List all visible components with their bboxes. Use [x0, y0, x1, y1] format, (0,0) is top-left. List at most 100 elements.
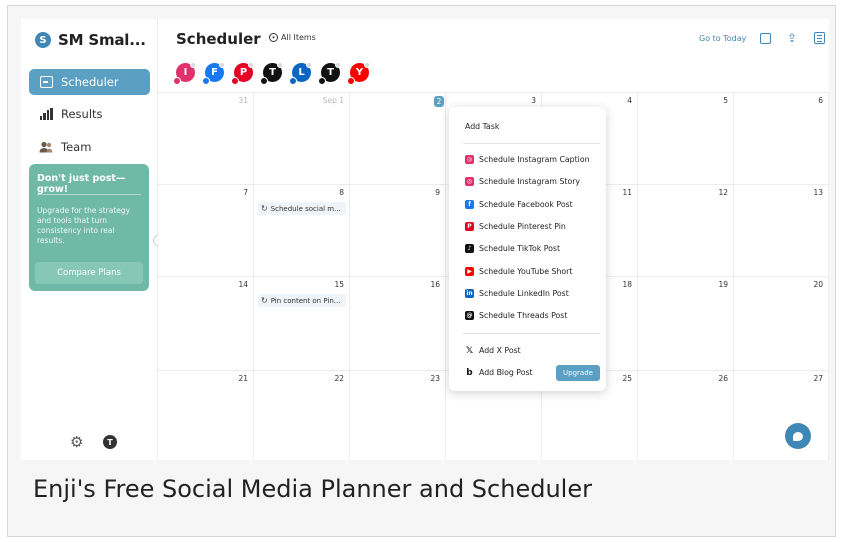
linkedin-icon — [289, 77, 297, 85]
calendar-day-cell[interactable]: 31 — [158, 93, 254, 185]
account-initial: Y — [355, 67, 364, 78]
calendar-day-cell[interactable]: 15 ↻ Pin content on Pin... — [254, 277, 350, 371]
sidebar-item-scheduler[interactable]: Scheduler — [29, 69, 150, 95]
calendar-day-cell[interactable]: 19 — [638, 277, 734, 371]
calendar-day-cell[interactable]: 20 — [734, 277, 829, 371]
menu-item-facebook[interactable]: f Schedule Facebook Post — [465, 199, 573, 209]
account-initial: F — [211, 67, 218, 78]
chat-support-button[interactable] — [785, 423, 811, 449]
day-number: 6 — [818, 96, 823, 105]
account-initial: P — [239, 67, 248, 78]
menu-item-label: Schedule Threads Post — [479, 311, 568, 321]
day-number: 31 — [238, 96, 248, 105]
day-number: 23 — [430, 374, 440, 383]
account-avatar-facebook[interactable]: F — [202, 62, 225, 85]
sidebar-item-team[interactable]: Team — [29, 134, 150, 160]
calendar-day-cell[interactable]: 7 — [158, 185, 254, 277]
task-title: Pin content on Pin... — [270, 296, 341, 305]
day-number: 5 — [723, 96, 728, 105]
calendar-day-cell[interactable]: 5 — [638, 93, 734, 185]
account-avatar-pinterest[interactable]: P — [231, 62, 254, 85]
account-avatar-tiktok[interactable]: T — [260, 62, 283, 85]
calendar-day-cell[interactable]: 8 ↻ Schedule social m... — [254, 185, 350, 277]
instagram-icon: ◎ — [465, 177, 474, 187]
day-number: 27 — [813, 374, 823, 383]
menu-item-blog[interactable]: b Add Blog Post — [465, 368, 533, 378]
linkedin-icon: in — [465, 288, 474, 298]
menu-item-threads[interactable]: @ Schedule Threads Post — [465, 311, 568, 321]
day-number: 20 — [813, 280, 823, 289]
calendar-day-cell[interactable]: 9 — [350, 185, 446, 277]
filter-dropdown[interactable]: ▾ All Items — [269, 33, 316, 42]
menu-item-linkedin[interactable]: in Schedule LinkedIn Post — [465, 288, 569, 298]
menu-item-label: Add Task — [465, 122, 500, 131]
menu-item-instagram[interactable]: ◎ Schedule Instagram Story — [465, 177, 581, 187]
gear-icon[interactable]: ⚙ — [70, 433, 83, 451]
status-dot — [364, 62, 370, 68]
calendar-day-cell[interactable]: 12 — [638, 185, 734, 277]
status-dot — [190, 62, 196, 68]
menu-item-tiktok[interactable]: ♪ Schedule TikTok Post — [465, 244, 560, 254]
menu-item-label: Add Blog Post — [479, 368, 533, 377]
avatar[interactable]: T — [103, 435, 117, 449]
upgrade-button[interactable]: Upgrade — [556, 365, 600, 381]
day-number: 18 — [622, 280, 632, 289]
menu-item-x[interactable]: 𝕏 Add X Post — [465, 346, 521, 356]
pinterest-icon — [231, 77, 239, 85]
scheduled-task[interactable]: ↻ Schedule social m... — [258, 202, 346, 215]
calendar-day-cell[interactable]: 27 — [734, 371, 829, 460]
facebook-icon — [202, 77, 210, 85]
calendar-day-cell[interactable]: 26 — [638, 371, 734, 460]
workspace-switcher[interactable]: S SM Smal... — [35, 31, 146, 49]
day-number: 16 — [430, 280, 440, 289]
day-number: 14 — [238, 280, 248, 289]
account-initial: T — [269, 67, 276, 78]
add-task-item[interactable]: Add Task — [465, 122, 499, 131]
list-view-icon[interactable] — [812, 31, 826, 45]
page-title: Scheduler — [176, 30, 261, 48]
add-content-menu: Add Task Upgrade ◎ Schedule Instagram Cap… — [449, 107, 606, 391]
account-avatar-threads[interactable]: T — [318, 62, 341, 85]
day-number: 21 — [238, 374, 248, 383]
calendar-day-cell[interactable]: 13 — [734, 185, 829, 277]
image-icon[interactable] — [758, 31, 772, 45]
account-avatar-linkedin[interactable]: L — [289, 62, 312, 85]
menu-item-pinterest[interactable]: P Schedule Pinterest Pin — [465, 221, 566, 231]
scheduled-task[interactable]: ↻ Pin content on Pin... — [258, 294, 346, 307]
calendar-day-cell[interactable]: 14 — [158, 277, 254, 371]
header: Scheduler ▾ All Items Go to Today ⇪ I F P T… — [158, 19, 829, 85]
calendar-day-cell[interactable]: 21 — [158, 371, 254, 460]
promo-text: Upgrade for the strategy and tools that … — [37, 206, 131, 245]
tiktok-icon: ♪ — [465, 244, 474, 254]
menu-item-label: Schedule Instagram Story — [479, 177, 581, 187]
menu-item-label: Schedule Instagram Caption — [479, 155, 590, 164]
team-icon — [39, 140, 53, 154]
workspace-name: SM Smal... — [58, 31, 146, 49]
calendar-day-cell[interactable]: 23 — [350, 371, 446, 460]
calendar-day-cell[interactable]: 2+ — [350, 93, 459, 185]
calendar-day-cell[interactable]: 22 — [254, 371, 350, 460]
threads-icon — [318, 77, 326, 85]
screenshot-frame: S SM Smal... Scheduler Results Team Don'… — [7, 5, 836, 537]
account-avatar-instagram[interactable]: I — [173, 62, 196, 85]
calendar-day-cell[interactable]: Sep 1 — [254, 93, 350, 185]
menu-item-instagram[interactable]: ◎ Schedule Instagram Caption — [465, 155, 590, 164]
menu-item-youtube-shorts[interactable]: ▶ Schedule YouTube Short — [465, 266, 573, 276]
share-icon[interactable]: ⇪ — [785, 31, 799, 45]
calendar-day-cell[interactable]: 6 — [734, 93, 829, 185]
divider — [463, 143, 600, 144]
status-dot — [306, 62, 312, 68]
go-to-today-link[interactable]: Go to Today — [699, 34, 746, 43]
calendar-day-cell[interactable]: 16 — [350, 277, 446, 371]
upgrade-promo-card: Don't just post—grow! Upgrade for the st… — [29, 164, 149, 291]
sidebar: S SM Smal... Scheduler Results Team Don'… — [21, 19, 158, 460]
chat-icon — [793, 431, 803, 441]
status-dot — [335, 62, 341, 68]
compare-plans-button[interactable]: Compare Plans — [35, 262, 143, 284]
menu-item-label: Schedule LinkedIn Post — [479, 288, 569, 298]
pinterest-icon: P — [465, 221, 474, 231]
account-avatar-youtube[interactable]: Y — [347, 62, 370, 85]
filter-label: All Items — [281, 33, 316, 42]
sidebar-item-results[interactable]: Results — [29, 101, 150, 127]
menu-item-label: Schedule YouTube Short — [479, 266, 573, 276]
